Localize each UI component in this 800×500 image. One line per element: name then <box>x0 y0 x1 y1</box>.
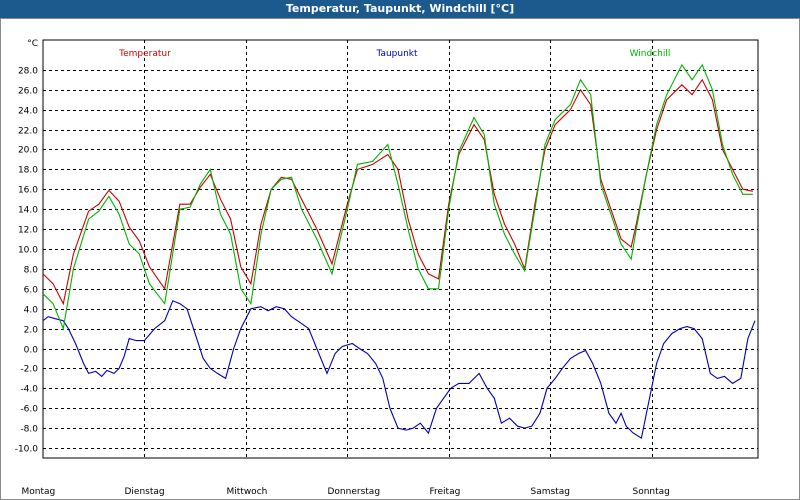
line-chart: -10.0 -8.0 -6.0 -4.0 -2.0 0.0 2.0 4.0 6.0 8.0 10.0… <box>15 39 759 497</box>
x-day-name-label: Donnerstag <box>328 487 381 497</box>
y-tick-label: 14.0 <box>18 206 38 216</box>
x-day-name-label: Samstag <box>531 487 570 497</box>
y-tick-label: -8.0 <box>20 425 38 435</box>
chart-title-bar: Temperatur, Taupunkt, Windchill [°C] <box>0 0 800 18</box>
y-tick-label: 0.0 <box>24 346 39 356</box>
y-tick-label: 10.0 <box>18 246 38 256</box>
y-tick-label: -4.0 <box>20 385 38 395</box>
y-axis-label: °C <box>27 39 38 49</box>
legend-windchill: Windchill <box>630 49 671 59</box>
x-day-name-label: Montag <box>22 487 56 497</box>
legend-temperatur: Temperatur <box>118 49 171 59</box>
y-tick-label: 12.0 <box>18 226 38 236</box>
y-tick-label: -6.0 <box>20 405 38 415</box>
series-line-temperatur <box>42 78 754 306</box>
y-tick-label: 28.0 <box>18 67 38 77</box>
y-tick-label: -10.0 <box>15 445 39 455</box>
y-tick-label: 16.0 <box>18 186 38 196</box>
series-line-taupunkt <box>42 300 756 439</box>
y-tick-label: 20.0 <box>18 146 38 156</box>
y-tick-label: 4.0 <box>24 306 39 316</box>
y-tick-label: 22.0 <box>18 127 38 137</box>
y-tick-label: 8.0 <box>24 266 39 276</box>
x-day-name-label: Dienstag <box>125 487 165 497</box>
y-tick-label: -2.0 <box>20 365 38 375</box>
y-tick-label: 6.0 <box>24 286 39 296</box>
chart-title: Temperatur, Taupunkt, Windchill [°C] <box>285 2 515 15</box>
x-day-name-label: Freitag <box>430 487 461 497</box>
x-day-name-label: Mittwoch <box>227 487 268 497</box>
y-tick-label: 26.0 <box>18 87 38 97</box>
y-tick-label: 2.0 <box>24 326 39 336</box>
legend-taupunkt: Taupunkt <box>375 49 418 59</box>
x-day-name-label: Sonntag <box>633 487 670 497</box>
y-tick-label: 24.0 <box>18 107 38 117</box>
y-tick-label: 18.0 <box>18 166 38 176</box>
